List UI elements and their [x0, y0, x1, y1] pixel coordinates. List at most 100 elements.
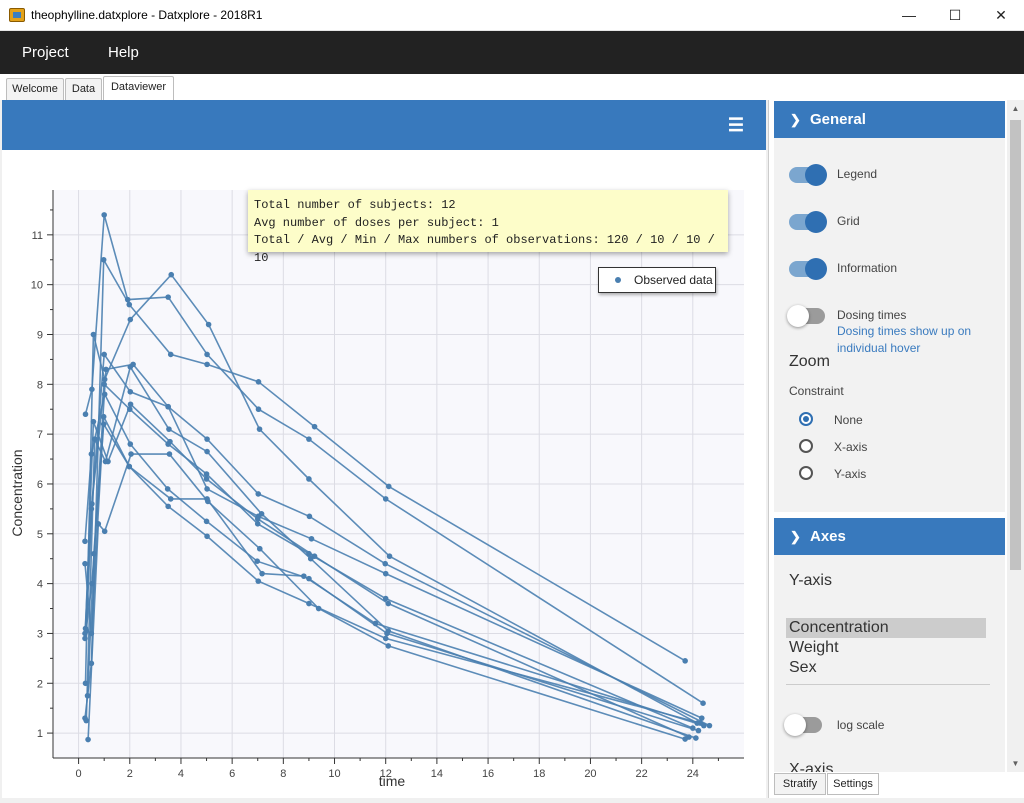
data-point — [203, 471, 210, 477]
data-point — [255, 406, 262, 413]
data-point — [95, 521, 102, 527]
log-scale-toggle[interactable] — [784, 714, 822, 736]
data-point — [85, 736, 91, 743]
information-toggle[interactable] — [789, 258, 827, 280]
data-point — [382, 595, 389, 602]
constraint-x-axis-radio[interactable] — [799, 439, 813, 453]
constraint-x-axis-label: X-axis — [834, 440, 868, 454]
tab-data[interactable]: Data — [65, 78, 102, 100]
data-point — [102, 458, 109, 465]
menu-help[interactable]: Help — [108, 44, 139, 61]
menu-project[interactable]: Project — [22, 44, 69, 61]
data-point — [382, 635, 389, 642]
data-point — [254, 521, 261, 527]
menu-bar: Project Help — [0, 31, 1024, 74]
data-point — [82, 538, 88, 545]
data-point — [83, 717, 90, 724]
data-point — [690, 725, 696, 731]
data-point — [90, 418, 97, 425]
log-scale-label: log scale — [837, 718, 885, 732]
data-point — [311, 423, 318, 430]
tab-stratify[interactable]: Stratify — [774, 773, 826, 795]
data-point — [306, 575, 312, 582]
data-point — [382, 496, 389, 502]
y-option-sex[interactable]: Sex — [786, 658, 986, 678]
tab-dataviewer[interactable]: Dataviewer — [103, 76, 174, 100]
data-point — [306, 436, 312, 442]
data-point — [126, 463, 133, 470]
legend-label: Observed data — [634, 273, 713, 287]
data-point — [100, 421, 107, 427]
data-point — [128, 451, 134, 457]
settings-pane: ❯ General Legend Grid Information Dosing… — [768, 100, 1024, 798]
data-point — [127, 316, 134, 323]
x-tick-label: 22 — [636, 768, 648, 780]
data-point — [103, 366, 109, 373]
data-point — [308, 535, 315, 542]
data-point — [382, 560, 388, 567]
data-point — [706, 722, 713, 729]
dosing-times-toggle[interactable] — [787, 305, 825, 327]
data-point — [386, 553, 393, 560]
x-tick-label: 18 — [533, 768, 545, 780]
info-line-observations: Total / Avg / Min / Max numbers of obser… — [254, 233, 715, 265]
data-point — [167, 496, 174, 502]
scrollbar-thumb[interactable] — [1010, 120, 1021, 570]
y-tick-label: 1 — [37, 728, 43, 740]
data-point — [168, 271, 175, 278]
data-point — [693, 735, 699, 741]
data-point — [372, 620, 379, 627]
data-point — [204, 486, 210, 492]
tab-welcome[interactable]: Welcome — [6, 78, 64, 100]
data-point — [127, 364, 134, 370]
scroll-down-icon[interactable]: ▼ — [1007, 755, 1024, 772]
legend-toggle[interactable] — [789, 164, 827, 186]
data-point — [307, 555, 314, 562]
info-line-subjects: Total number of subjects: 12 — [254, 198, 456, 212]
data-point — [91, 436, 98, 442]
general-section-header[interactable]: ❯ General — [774, 101, 1005, 138]
data-point — [127, 401, 134, 408]
chart-legend: Observed data — [598, 267, 716, 293]
y-option-weight[interactable]: Weight — [786, 638, 986, 658]
close-button[interactable]: ✕ — [978, 0, 1024, 31]
y-option-concentration[interactable]: Concentration — [786, 618, 986, 638]
data-point — [101, 351, 107, 358]
data-point — [127, 388, 134, 395]
x-tick-label: 0 — [76, 768, 82, 780]
grid-toggle[interactable] — [789, 211, 827, 233]
data-point — [256, 426, 263, 432]
y-tick-label: 10 — [31, 280, 43, 292]
data-point — [698, 715, 705, 721]
settings-scrollbar[interactable]: ▲ ▼ — [1007, 100, 1024, 772]
data-point — [100, 256, 107, 263]
y-axis-variable-list[interactable]: Concentration Weight Sex — [786, 618, 986, 684]
maximize-button[interactable]: ☐ — [932, 0, 978, 31]
data-point — [165, 403, 171, 410]
data-point — [205, 321, 212, 328]
scroll-up-icon[interactable]: ▲ — [1007, 100, 1024, 117]
legend-marker-icon — [615, 277, 621, 283]
data-point — [82, 411, 89, 418]
dosing-times-label: Dosing times — [837, 308, 907, 322]
constraint-none-radio[interactable] — [799, 412, 813, 426]
x-tick-label: 10 — [328, 768, 340, 780]
axes-section-header[interactable]: ❯ Axes — [774, 518, 1005, 555]
data-point — [126, 301, 133, 308]
data-point — [306, 550, 312, 557]
general-section-body: Legend Grid Information Dosing times Dos… — [774, 138, 1005, 512]
constraint-y-axis-label: Y-axis — [834, 467, 867, 481]
data-point — [82, 680, 89, 687]
data-point — [203, 476, 210, 482]
data-point — [385, 628, 392, 634]
data-point — [382, 570, 389, 577]
tab-settings[interactable]: Settings — [827, 773, 879, 795]
constraint-y-axis-radio[interactable] — [799, 466, 813, 480]
y-tick-label: 2 — [37, 678, 43, 690]
minimize-button[interactable]: — — [886, 0, 932, 31]
hamburger-menu-icon[interactable]: ☰ — [728, 115, 744, 136]
data-point — [204, 361, 210, 368]
data-point — [165, 294, 171, 300]
data-point — [259, 570, 265, 577]
y-tick-label: 8 — [37, 379, 43, 391]
